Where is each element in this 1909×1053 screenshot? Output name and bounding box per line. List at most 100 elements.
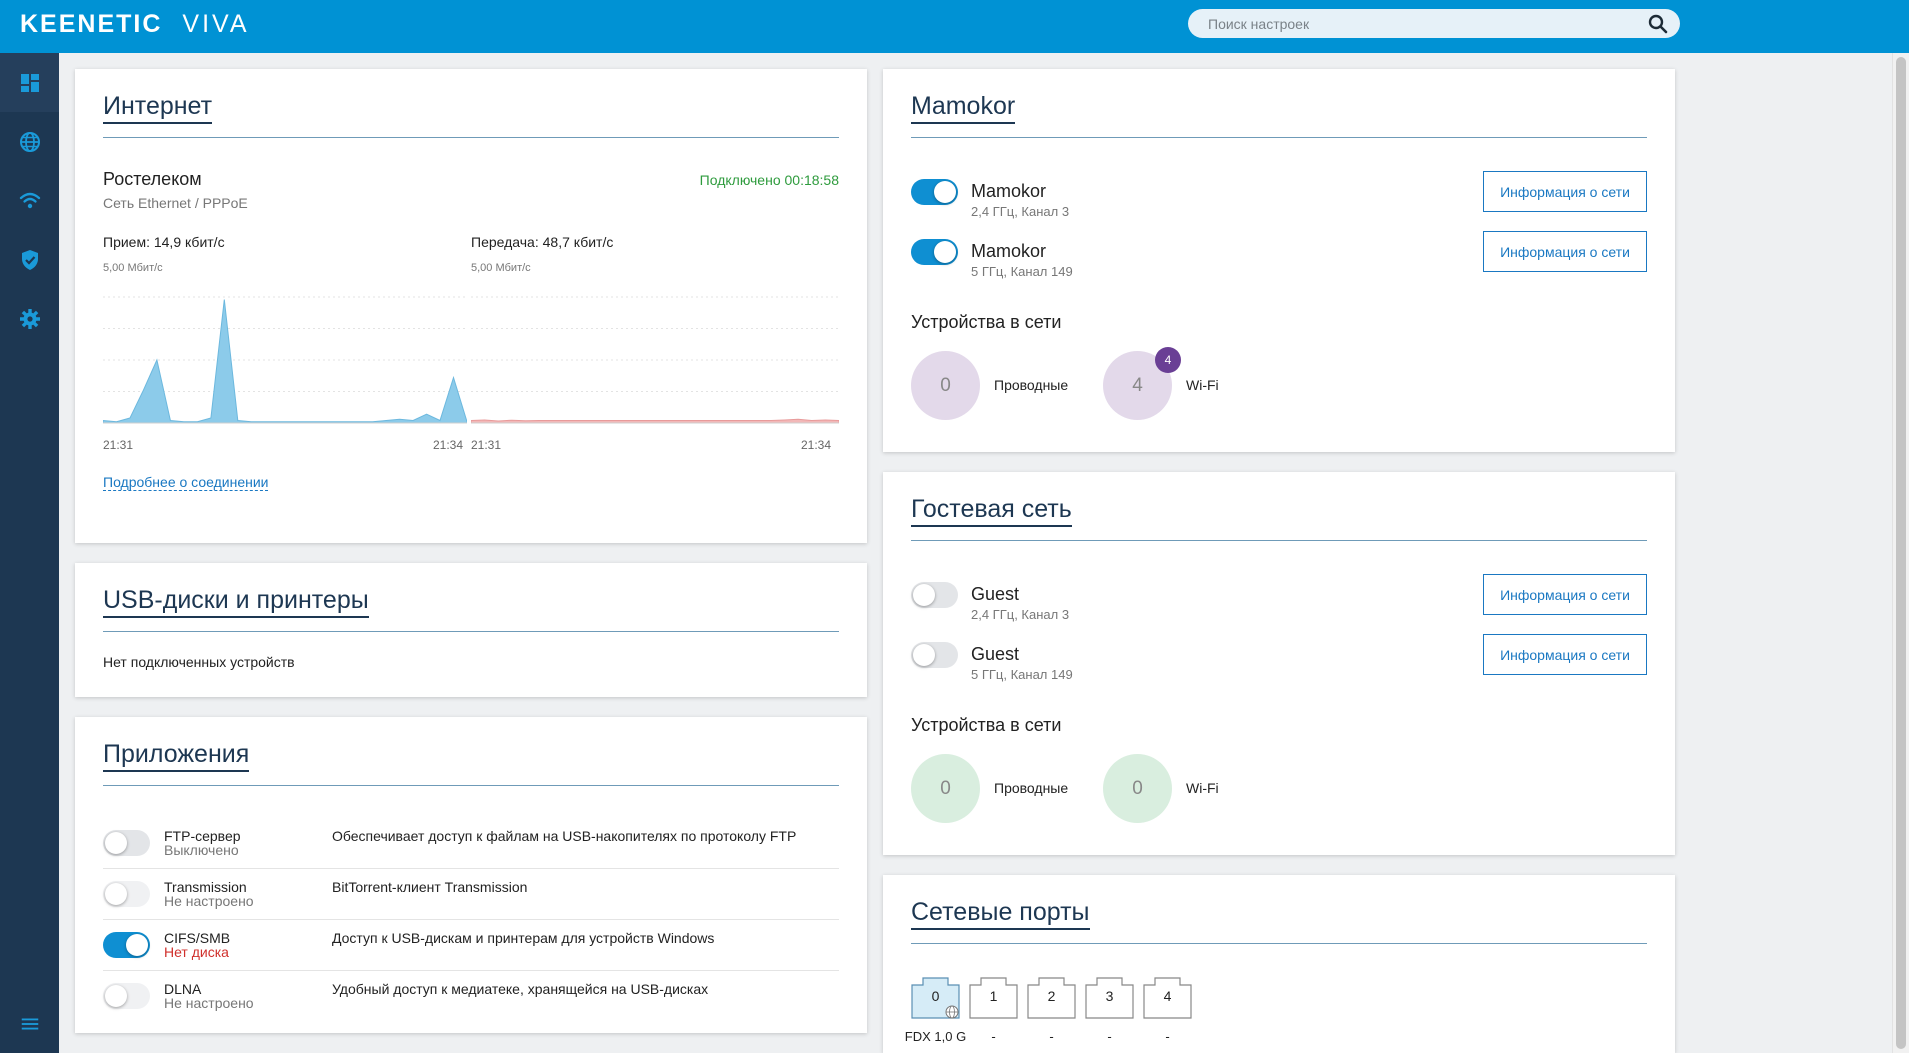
port-3[interactable]: 3-	[1085, 977, 1134, 1044]
port-0[interactable]: 0 FDX 1,0 G	[905, 977, 966, 1044]
logo[interactable]: KEENETIC VIVA	[20, 10, 250, 38]
usb-card: USB-диски и принтеры Нет подключенных ус…	[75, 563, 867, 697]
sidebar-item-security[interactable]	[0, 230, 59, 289]
guest-wired-label: Проводные	[994, 780, 1069, 796]
sidebar-item-settings[interactable]	[0, 289, 59, 348]
search-box	[1188, 9, 1680, 38]
guest-network-title[interactable]: Гостевая сеть	[911, 494, 1072, 527]
sidebar-item-dashboard[interactable]	[0, 53, 59, 112]
gear-icon	[19, 308, 40, 329]
wifi-devices-label: Wi-Fi	[1186, 377, 1219, 393]
wifi-24-name: Mamokor	[971, 181, 1047, 201]
wifi-icon	[19, 192, 40, 208]
divider	[911, 943, 1647, 944]
app-description: BitTorrent-клиент Transmission	[332, 879, 528, 895]
ports-title[interactable]: Сетевые порты	[911, 897, 1090, 930]
port-4[interactable]: 4-	[1143, 977, 1192, 1044]
chart-series-area	[471, 418, 839, 424]
connection-status: Подключено 00:18:58	[699, 172, 839, 188]
guest-24-toggle[interactable]	[911, 582, 958, 608]
app-toggle[interactable]	[103, 983, 150, 1009]
sidebar-item-wifi[interactable]	[0, 171, 59, 230]
guest-24-info-button[interactable]: Информация о сети	[1483, 574, 1647, 615]
app-toggle[interactable]	[103, 881, 150, 907]
port-2[interactable]: 2-	[1027, 977, 1076, 1044]
devices-heading: Устройства в сети	[911, 312, 1062, 332]
divider	[103, 631, 839, 632]
connection-type: Сеть Ethernet / PPPoE	[103, 195, 248, 211]
sidebar	[0, 53, 59, 1053]
wifi-5-name: Mamokor	[971, 241, 1047, 261]
tx-start-time: 21:31	[471, 438, 502, 452]
connection-details-link[interactable]: Подробнее о соединении	[103, 474, 269, 491]
page-scrollbar[interactable]	[1892, 53, 1909, 1053]
internet-card: Интернет Ростелеком Сеть Ethernet / PPPo…	[75, 69, 867, 543]
scrollbar-thumb[interactable]	[1896, 57, 1906, 1049]
port-number: 0	[931, 988, 940, 1004]
toggle-knob	[105, 985, 127, 1007]
app-toggle[interactable]	[103, 830, 150, 856]
port-number: 3	[1105, 988, 1114, 1004]
app-state: Не настроено	[164, 995, 254, 1011]
search-icon[interactable]	[1648, 14, 1668, 34]
guest-wifi-count[interactable]: 0	[1103, 754, 1172, 823]
app-state: Нет диска	[164, 944, 229, 960]
app-description: Обеспечивает доступ к файлам на USB-нако…	[332, 828, 797, 844]
brand-name: KEENETIC	[20, 9, 163, 38]
model-name: VIVA	[182, 9, 250, 38]
app-row: Transmission Не настроено BitTorrent-клиен…	[103, 869, 839, 920]
search-input[interactable]	[1208, 9, 1638, 38]
wifi-24-band: 2,4 ГГц, Канал 3	[971, 204, 1070, 219]
guest-network-card: Гостевая сеть Guest 2,4 ГГц, Канал 3 Инф…	[883, 472, 1675, 855]
guest-wired-count[interactable]: 0	[911, 754, 980, 823]
wifi-devices-badge: 4	[1155, 347, 1181, 373]
tx-label: Передача: 48,7 кбит/с	[471, 234, 614, 250]
toggle-knob	[934, 181, 956, 203]
toggle-knob	[913, 644, 935, 666]
wifi-24-info-button[interactable]: Информация о сети	[1483, 171, 1647, 212]
internet-title[interactable]: Интернет	[103, 91, 213, 124]
globe-icon	[19, 131, 40, 152]
menu-button[interactable]	[0, 994, 59, 1053]
wifi-5-toggle[interactable]	[911, 239, 958, 265]
chart-series-area	[103, 299, 467, 424]
guest-5-info-button[interactable]: Информация о сети	[1483, 634, 1647, 675]
guest-5-name: Guest	[971, 644, 1020, 664]
guest-5-band: 5 ГГц, Канал 149	[971, 667, 1073, 682]
divider	[911, 137, 1647, 138]
toggle-knob	[934, 241, 956, 263]
app-state: Выключено	[164, 842, 239, 858]
top-bar: KEENETIC VIVA	[0, 0, 1909, 53]
app-description: Удобный доступ к медиатеке, хранящейся н…	[332, 981, 709, 997]
app-toggle[interactable]	[103, 932, 150, 958]
sidebar-item-internet[interactable]	[0, 112, 59, 171]
wifi-5-info-button[interactable]: Информация о сети	[1483, 231, 1647, 272]
toggle-knob	[105, 883, 127, 905]
guest-devices-heading: Устройства в сети	[911, 715, 1062, 735]
port-number: 4	[1163, 988, 1172, 1004]
ports-card: Сетевые порты 0 FDX 1,0 G1-2-3-4-	[883, 875, 1675, 1053]
divider	[103, 137, 839, 138]
provider-name: Ростелеком	[103, 169, 202, 189]
globe-icon	[945, 1005, 959, 1019]
port-number: 2	[1047, 988, 1056, 1004]
wired-devices-count[interactable]: 0	[911, 351, 980, 420]
port-status: -	[1165, 1029, 1170, 1044]
usb-empty-text: Нет подключенных устройств	[103, 654, 295, 670]
usb-title[interactable]: USB-диски и принтеры	[103, 585, 369, 618]
guest-5-toggle[interactable]	[911, 642, 958, 668]
wifi-24-toggle[interactable]	[911, 179, 958, 205]
port-number: 1	[989, 988, 998, 1004]
guest-24-band: 2,4 ГГц, Канал 3	[971, 607, 1070, 622]
app-state: Не настроено	[164, 893, 254, 909]
divider	[911, 540, 1647, 541]
app-row: FTP-сервер Выключено Обеспечивает доступ к…	[103, 818, 839, 869]
apps-card: Приложения FTP-сервер Выключено Обеспечива…	[75, 717, 867, 1033]
guest-wifi-label: Wi-Fi	[1186, 780, 1219, 796]
app-row: CIFS/SMB Нет диска Доступ к USB-дискам и п…	[103, 920, 839, 971]
port-1[interactable]: 1-	[969, 977, 1018, 1044]
tx-chart	[471, 296, 839, 424]
apps-title[interactable]: Приложения	[103, 739, 250, 772]
app-description: Доступ к USB-дискам и принтерам для устр…	[332, 930, 715, 946]
home-network-title[interactable]: Mamokor	[911, 91, 1016, 124]
